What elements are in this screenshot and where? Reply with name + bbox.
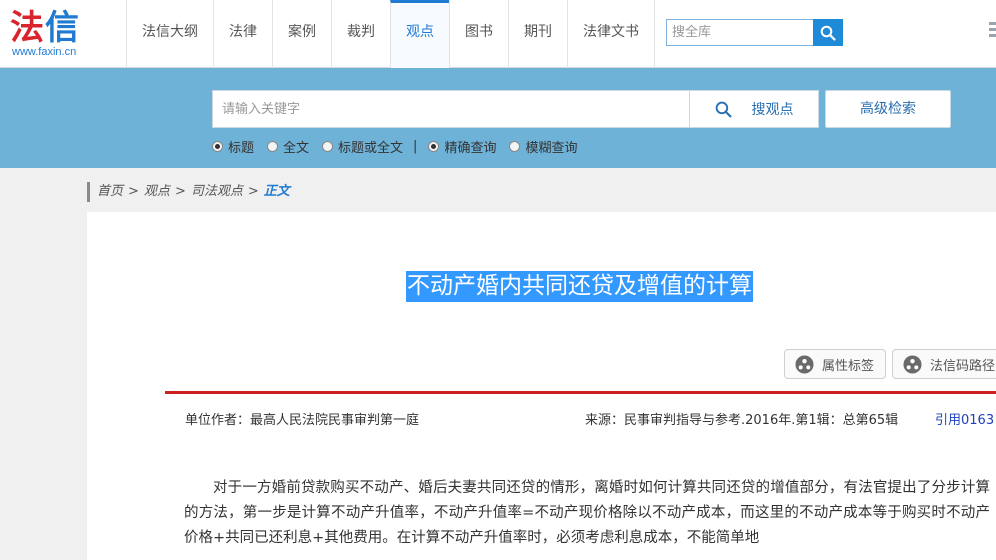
tag-icon — [903, 354, 922, 374]
search-button-label: 搜观点 — [751, 102, 794, 118]
radio-unchecked — [322, 140, 334, 152]
faxin-logo[interactable]: 法信 www.faxin.cn — [10, 8, 94, 60]
breadcrumb-judicial-viewpoints[interactable]: 司法观点 — [191, 184, 243, 199]
radio-unchecked — [509, 140, 521, 152]
breadcrumb-current: 正文 — [263, 184, 290, 199]
main-nav: 法信大纲 法律 案例 裁判 观点 图书 期刊 法律文书 — [126, 0, 655, 68]
advanced-search-button[interactable]: 高级检索 — [825, 90, 951, 128]
search-viewpoints-button[interactable]: 搜观点 — [689, 90, 819, 128]
option-divider: | — [413, 138, 418, 154]
article-author: 单位作者：最高人民法院民事审判第一庭 — [185, 413, 420, 428]
nav-item-journals[interactable]: 期刊 — [508, 0, 567, 68]
breadcrumb-home[interactable]: 首页 — [97, 184, 123, 199]
title-divider — [165, 391, 996, 394]
nav-item-outline[interactable]: 法信大纲 — [126, 0, 213, 68]
keyword-search-input[interactable] — [212, 90, 690, 128]
mode-option-exact[interactable]: 精确查询 — [428, 137, 496, 156]
search-icon — [715, 101, 731, 117]
radio-checked — [212, 140, 223, 152]
menu-icon[interactable] — [989, 22, 996, 44]
attribute-tags-button[interactable]: 属性标签 — [784, 349, 886, 379]
article-source: 来源：民事审判指导与参考.2016年.第1辑：总第65辑 — [585, 413, 899, 428]
article-body: 对于一方婚前贷款购买不动产、婚后夫妻共同还贷的情形，离婚时如何计算共同还贷的增值… — [184, 480, 990, 546]
nav-item-viewpoints[interactable]: 观点 — [390, 0, 449, 68]
logo-url: www.faxin.cn — [12, 46, 77, 58]
nav-item-cases[interactable]: 案例 — [272, 0, 331, 68]
global-search-button[interactable] — [813, 19, 843, 46]
faxin-code-path-button[interactable]: 法信码路径 — [892, 349, 996, 379]
global-search-input[interactable] — [666, 19, 813, 46]
scope-option-fulltext[interactable]: 全文 — [267, 137, 309, 156]
radio-checked — [428, 140, 440, 152]
scope-option-title-or-fulltext[interactable]: 标题或全文 — [322, 137, 403, 156]
search-icon — [820, 25, 836, 41]
breadcrumb-viewpoints[interactable]: 观点 — [144, 184, 170, 199]
radio-unchecked — [267, 140, 279, 152]
article-title: 不动产婚内共同还贷及增值的计算 — [406, 271, 753, 302]
global-search — [666, 19, 843, 46]
nav-item-books[interactable]: 图书 — [449, 0, 508, 68]
nav-item-legal-documents[interactable]: 法律文书 — [567, 0, 655, 68]
top-navigation-bar: 法信 www.faxin.cn 法信大纲 法律 案例 裁判 观点 图书 期刊 法… — [0, 0, 996, 68]
nav-item-law[interactable]: 法律 — [213, 0, 272, 68]
breadcrumb: 首页 > 观点 > 司法观点 > 正文 — [87, 182, 290, 202]
search-options: 标题 全文 标题或全文 | 精确查询 模糊查询 — [212, 137, 590, 156]
mode-option-fuzzy[interactable]: 模糊查询 — [509, 137, 577, 156]
citation-link[interactable]: 引用0163 — [935, 413, 994, 429]
scope-option-title[interactable]: 标题 — [212, 137, 254, 156]
tag-icon — [795, 354, 814, 374]
nav-item-judgments[interactable]: 裁判 — [331, 0, 390, 68]
search-band: 搜观点 高级检索 标题 全文 标题或全文 | 精确查询 模糊查询 — [0, 68, 996, 168]
